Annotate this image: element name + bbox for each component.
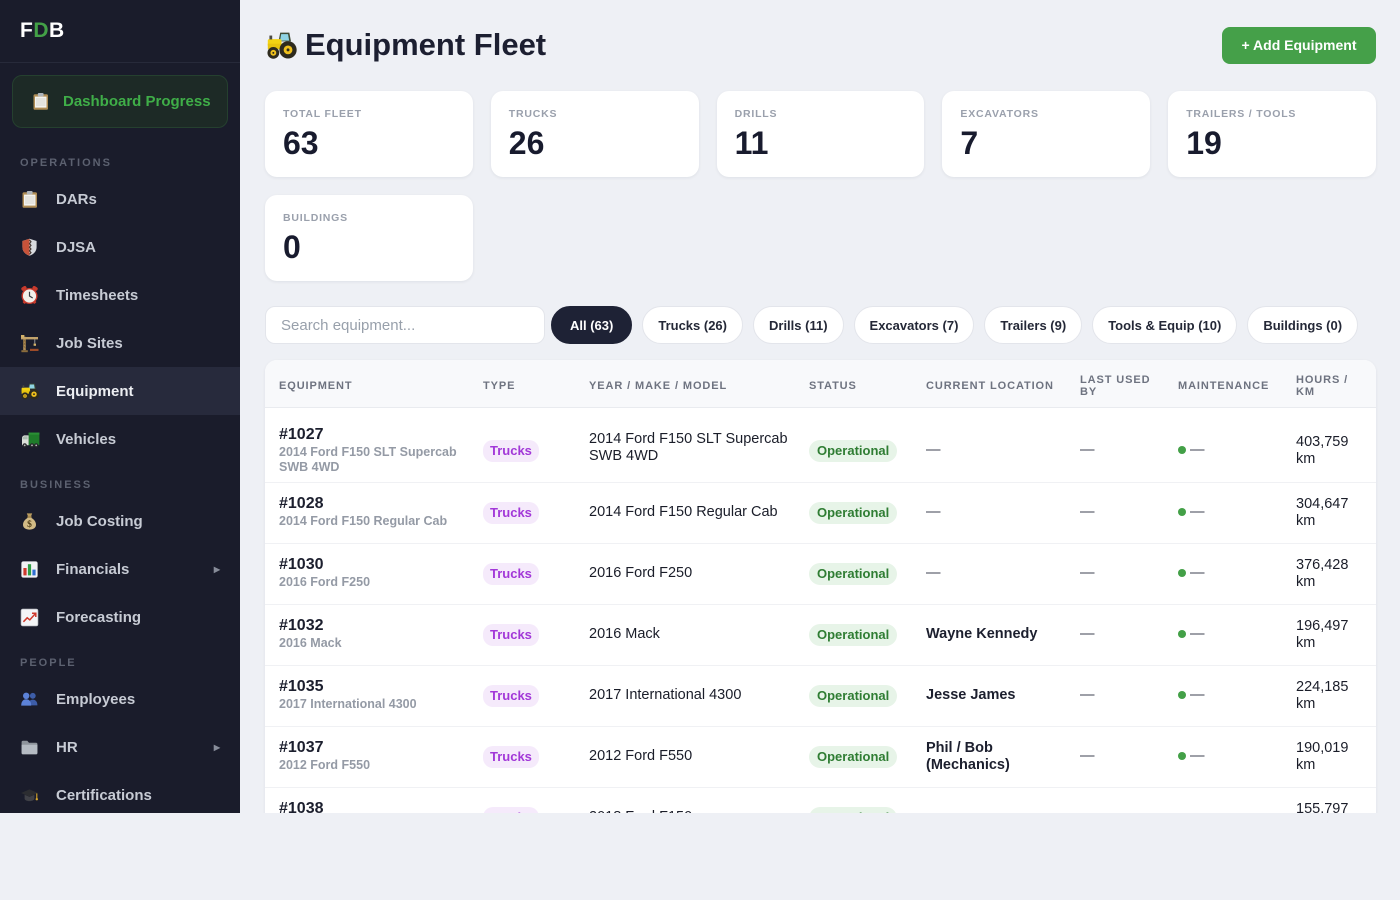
svg-text:$: $	[27, 519, 32, 530]
